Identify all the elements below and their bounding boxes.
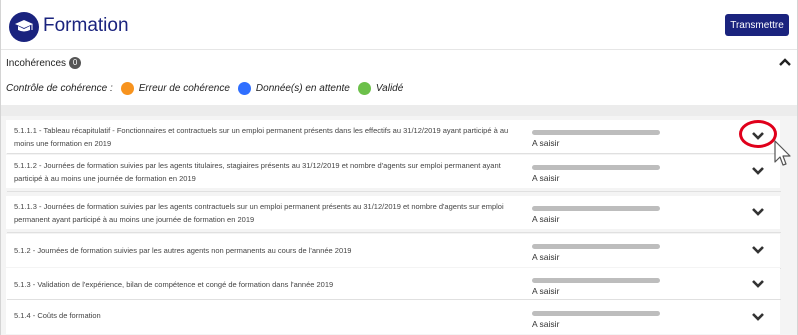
- status-progress-bar: [532, 244, 660, 249]
- incoherences-panel: Incohérences 0 Contrôle de cohérence : E…: [1, 49, 797, 105]
- chevron-down-icon[interactable]: [749, 162, 767, 180]
- status-text: A saisir: [532, 319, 560, 329]
- blue-dot-icon: [237, 82, 251, 95]
- coherence-legend: Contrôle de cohérence : Erreur de cohére…: [6, 82, 403, 95]
- chevron-up-icon[interactable]: [778, 55, 792, 67]
- transmettre-button[interactable]: Transmettre: [725, 14, 789, 36]
- green-dot-icon: [357, 82, 371, 95]
- list-item[interactable]: 5.1.3 - Validation de l'expérience, bila…: [6, 268, 780, 301]
- section-divider: [1, 105, 797, 116]
- chevron-down-icon[interactable]: [749, 241, 767, 259]
- legend-label: Donnée(s) en attente: [255, 83, 350, 94]
- page-header: Formation Transmettre: [1, 0, 797, 48]
- divider: [7, 153, 781, 154]
- chevron-down-icon[interactable]: [749, 308, 767, 326]
- legend-label: Erreur de cohérence: [138, 83, 230, 94]
- list-item[interactable]: 5.1.1.1 - Tableau récapitulatif - Foncti…: [6, 120, 780, 153]
- row-label: 5.1.2 - Journées de formation suivies pa…: [14, 246, 352, 255]
- list-item[interactable]: 5.1.2 - Journées de formation suivies pa…: [6, 234, 780, 267]
- divider: [7, 232, 781, 233]
- status-text: A saisir: [532, 138, 560, 148]
- status-progress-bar: [532, 278, 660, 283]
- legend-item-attente: Donnée(s) en attente: [237, 82, 350, 95]
- legend-label: Validé: [375, 83, 404, 94]
- incoherences-count-badge: 0: [69, 57, 82, 69]
- legend-item-valide: Validé: [357, 82, 404, 95]
- legend-item-erreur: Erreur de cohérence: [120, 82, 230, 95]
- list-item[interactable]: 5.1.1.2 - Journées de formation suivies …: [6, 155, 780, 188]
- status-progress-bar: [532, 130, 660, 135]
- list-item[interactable]: 5.1.1.3 - Journées de formation suivies …: [6, 196, 780, 229]
- incoherences-label: Incohérences: [6, 57, 67, 69]
- highlight-circle: [739, 120, 777, 148]
- status-text: A saisir: [532, 173, 560, 183]
- row-label: 5.1.3 - Validation de l'expérience, bila…: [14, 280, 334, 289]
- status-progress-bar: [532, 206, 660, 211]
- page-title: Formation: [43, 15, 129, 36]
- chevron-down-icon[interactable]: [749, 275, 767, 293]
- orange-dot-icon: [120, 82, 134, 95]
- row-label: 5.1.1.3 - Journées de formation suivies …: [14, 202, 504, 224]
- list-item[interactable]: 5.1.4 - Coûts de formation A saisir: [6, 301, 780, 334]
- status-text: A saisir: [532, 252, 560, 262]
- status-progress-bar: [532, 165, 660, 170]
- chevron-down-icon[interactable]: [749, 203, 767, 221]
- divider: [7, 191, 781, 192]
- coherence-label: Contrôle de cohérence :: [6, 83, 113, 94]
- row-label: 5.1.4 - Coûts de formation: [14, 311, 101, 320]
- status-progress-bar: [532, 311, 660, 316]
- mouse-cursor-icon: [774, 140, 792, 173]
- incoherences-header[interactable]: Incohérences 0: [6, 57, 82, 69]
- graduation-cap-icon: [9, 12, 39, 42]
- row-label: 5.1.1.2 - Journées de formation suivies …: [14, 161, 501, 183]
- row-label: 5.1.1.1 - Tableau récapitulatif - Foncti…: [14, 126, 509, 148]
- status-text: A saisir: [532, 214, 560, 224]
- divider: [7, 299, 781, 300]
- status-text: A saisir: [532, 286, 560, 296]
